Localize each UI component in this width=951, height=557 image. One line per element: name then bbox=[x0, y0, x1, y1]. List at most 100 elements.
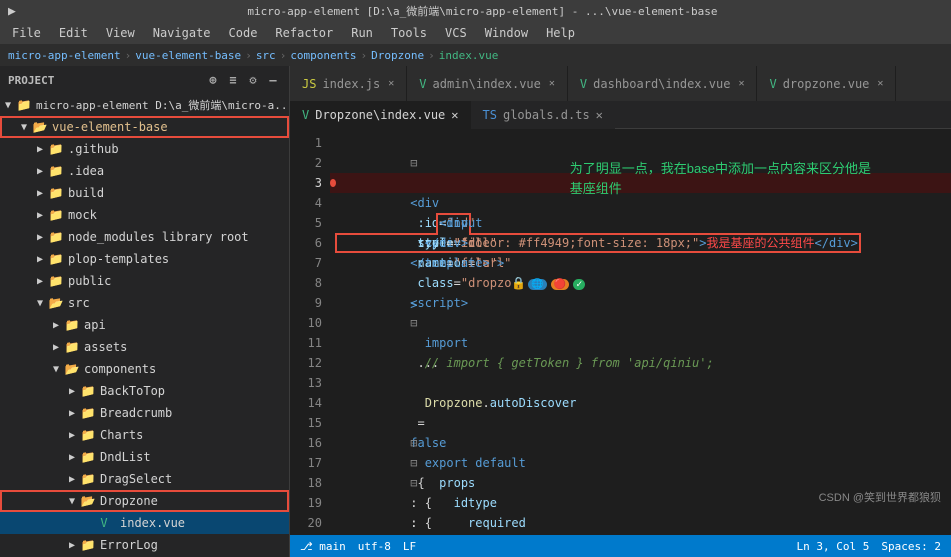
line-numbers: 1 2 3 4 5 6 7 8 9 10 11 12 13 14 15 16 1… bbox=[290, 129, 330, 535]
ln-10: 10 bbox=[290, 313, 322, 333]
tab-dropzone-vue[interactable]: V dropzone.vue ✕ bbox=[757, 66, 896, 101]
code-line-1: ⊟ <template> bbox=[330, 133, 951, 153]
tab-globals-d-ts[interactable]: TS globals.d.ts ✕ bbox=[471, 101, 615, 129]
tab-admin-index-vue[interactable]: V admin\index.vue ✕ bbox=[407, 66, 568, 101]
menu-run[interactable]: Run bbox=[343, 24, 381, 42]
sidebar-label: vue-element-base bbox=[52, 120, 168, 134]
sidebar-item-root[interactable]: ▼ 📁 micro-app-element D:\a_微前端\micro-a..… bbox=[0, 94, 289, 116]
tab-index-js[interactable]: JS index.js ✕ bbox=[290, 66, 407, 101]
sidebar-item-dropzone[interactable]: ▼ 📂 Dropzone bbox=[0, 490, 289, 512]
add-folder-icon[interactable]: ⊕ bbox=[205, 72, 221, 88]
breadcrumb-item[interactable]: micro-app-element bbox=[8, 49, 121, 62]
sidebar-label-idea: .idea bbox=[68, 164, 104, 178]
sidebar-item-vue-element-base[interactable]: ▼ 📂 vue-element-base bbox=[0, 116, 289, 138]
sidebar-item-dragselect[interactable]: ▶ 📁 DragSelect bbox=[0, 468, 289, 490]
folder-icon-api: 📁 bbox=[64, 318, 80, 332]
sidebar-item-node-modules[interactable]: ▶ 📁 node_modules library root bbox=[0, 226, 289, 248]
settings-icon[interactable]: ⚙ bbox=[245, 72, 261, 88]
ln-1: 1 bbox=[290, 133, 322, 153]
sidebar-item-errorlog[interactable]: ▶ 📁 ErrorLog bbox=[0, 534, 289, 556]
folder-icon-src: 📂 bbox=[48, 296, 64, 310]
menu-code[interactable]: Code bbox=[221, 24, 266, 42]
breadcrumb-item[interactable]: index.vue bbox=[439, 49, 499, 62]
sidebar-label-plop: plop-templates bbox=[68, 252, 169, 266]
code-editor: 1 2 3 4 5 6 7 8 9 10 11 12 13 14 15 16 1… bbox=[290, 129, 951, 535]
breadcrumb-item[interactable]: Dropzone bbox=[371, 49, 424, 62]
tab-dropzone-index-vue[interactable]: V Dropzone\index.vue ✕ bbox=[290, 101, 471, 129]
code-line-21: ⊟ url : { bbox=[330, 533, 951, 535]
app-icon: ▶ bbox=[8, 4, 16, 19]
tab-label-index-js: index.js bbox=[322, 77, 380, 91]
code-content[interactable]: ⊟ <template> ⊟ <div :id="id" :ref="id" :… bbox=[330, 129, 951, 535]
sidebar: Project ⊕ ≡ ⚙ — ▼ 📁 micro-app-element D:… bbox=[0, 66, 290, 557]
menu-help[interactable]: Help bbox=[538, 24, 583, 42]
sidebar-label-errorlog: ErrorLog bbox=[100, 538, 158, 552]
folder-icon-idea: 📁 bbox=[48, 164, 64, 178]
tab-close-dashboard[interactable]: ✕ bbox=[738, 78, 744, 89]
menu-edit[interactable]: Edit bbox=[51, 24, 96, 42]
sidebar-label-github: .github bbox=[68, 142, 119, 156]
sidebar-item-components[interactable]: ▼ 📂 components bbox=[0, 358, 289, 380]
breadcrumb-item[interactable]: vue-element-base bbox=[135, 49, 241, 62]
sidebar-item-assets[interactable]: ▶ 📁 assets bbox=[0, 336, 289, 358]
menu-file[interactable]: File bbox=[4, 24, 49, 42]
code-line-8: <script> bbox=[330, 273, 951, 293]
breadcrumb-item[interactable]: src bbox=[256, 49, 276, 62]
sidebar-item-api[interactable]: ▶ 📁 api bbox=[0, 314, 289, 336]
tab2-close-dropzone[interactable]: ✕ bbox=[451, 108, 458, 122]
sidebar-item-idea[interactable]: ▶ 📁 .idea bbox=[0, 160, 289, 182]
tab-close-dropzone-vue[interactable]: ✕ bbox=[877, 78, 883, 89]
ln-14: 14 bbox=[290, 393, 322, 413]
folder-icon-mock: 📁 bbox=[48, 208, 64, 222]
code-line-2: ⊟ <div :id="id" :ref="id" :action="url" … bbox=[330, 153, 951, 173]
code-line-3: <div style="color: #ff4949;font-size: 18… bbox=[330, 173, 951, 193]
ln-17: 17 bbox=[290, 453, 322, 473]
code-line-5: </div> bbox=[330, 213, 951, 233]
code-line-15: ⊟ export default { bbox=[330, 413, 951, 433]
sidebar-item-public[interactable]: ▶ 📁 public bbox=[0, 270, 289, 292]
tab-label-admin: admin\index.vue bbox=[433, 77, 541, 91]
csdn-watermark: CSDN @笑到世界都狼狈 bbox=[819, 489, 941, 505]
menu-view[interactable]: View bbox=[98, 24, 143, 42]
tab-label-dropzone-vue: dropzone.vue bbox=[783, 77, 870, 91]
menu-tools[interactable]: Tools bbox=[383, 24, 435, 42]
ln-7: 7 bbox=[290, 253, 322, 273]
sidebar-item-src[interactable]: ▼ 📂 src bbox=[0, 292, 289, 314]
tabs-row-1: JS index.js ✕ V admin\index.vue ✕ V dash… bbox=[290, 66, 951, 101]
ln-18: 18 bbox=[290, 473, 322, 493]
folder-icon-dropzone: 📂 bbox=[80, 494, 96, 508]
ln-9: 9 bbox=[290, 293, 322, 313]
tab2-close-globals[interactable]: ✕ bbox=[596, 108, 603, 122]
menu-vcs[interactable]: VCS bbox=[437, 24, 475, 42]
folder-icon-dragselect: 📁 bbox=[80, 472, 96, 486]
sidebar-item-charts[interactable]: ▶ 📁 Charts bbox=[0, 424, 289, 446]
tab-dashboard-index-vue[interactable]: V dashboard\index.vue ✕ bbox=[568, 66, 758, 101]
menu-navigate[interactable]: Navigate bbox=[145, 24, 219, 42]
sidebar-label-dndlist: DndList bbox=[100, 450, 151, 464]
folder-icon-build: 📁 bbox=[48, 186, 64, 200]
sidebar-item-breadcrumb[interactable]: ▶ 📁 Breadcrumb bbox=[0, 402, 289, 424]
sidebar-item-plop[interactable]: ▶ 📁 plop-templates bbox=[0, 248, 289, 270]
status-bar: ⎇ main utf-8 LF Ln 3, Col 5 Spaces: 2 bbox=[290, 535, 951, 557]
ln-2: 2 bbox=[290, 153, 322, 173]
close-sidebar-icon[interactable]: — bbox=[265, 72, 281, 88]
breadcrumb-item[interactable]: components bbox=[290, 49, 356, 62]
sidebar-label-components: components bbox=[84, 362, 156, 376]
folder-icon-components: 📂 bbox=[64, 362, 80, 376]
sidebar-label-build: build bbox=[68, 186, 104, 200]
status-encoding: utf-8 bbox=[358, 540, 391, 553]
menu-refactor[interactable]: Refactor bbox=[267, 24, 341, 42]
menu-window[interactable]: Window bbox=[477, 24, 536, 42]
sidebar-item-github[interactable]: ▶ 📁 .github bbox=[0, 138, 289, 160]
sidebar-item-build[interactable]: ▶ 📁 build bbox=[0, 182, 289, 204]
ln-13: 13 bbox=[290, 373, 322, 393]
sidebar-item-mock[interactable]: ▶ 📁 mock bbox=[0, 204, 289, 226]
collapse-all-icon[interactable]: ≡ bbox=[225, 72, 241, 88]
tab-close-admin[interactable]: ✕ bbox=[549, 78, 555, 89]
sidebar-item-index-vue[interactable]: V index.vue bbox=[0, 512, 289, 534]
sidebar-item-dndlist[interactable]: ▶ 📁 DndList bbox=[0, 446, 289, 468]
tab-close-index-js[interactable]: ✕ bbox=[388, 78, 394, 89]
breadcrumb-bar: micro-app-element › vue-element-base › s… bbox=[0, 44, 951, 66]
status-right: Ln 3, Col 5 Spaces: 2 bbox=[797, 540, 941, 553]
sidebar-item-backtotop[interactable]: ▶ 📁 BackToTop bbox=[0, 380, 289, 402]
